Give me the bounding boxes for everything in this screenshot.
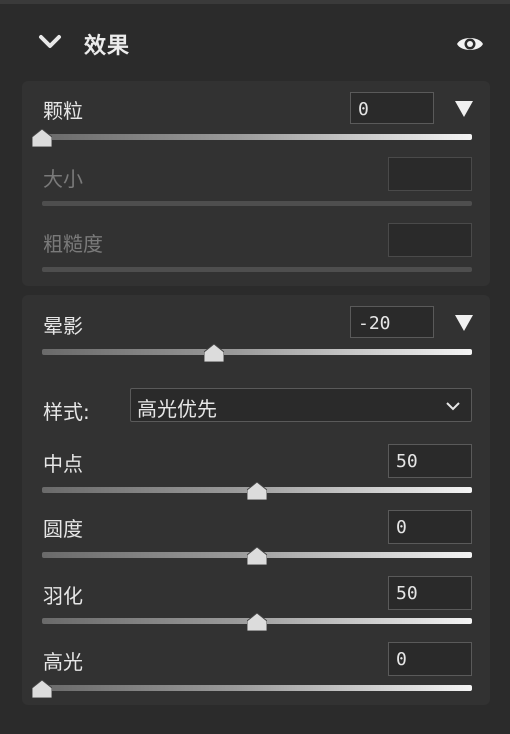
highlights-slider-thumb[interactable]	[32, 680, 52, 698]
style-select[interactable]: 高光优先	[130, 388, 472, 422]
grain-panel: 颗粒 0 大小 粗糙度	[22, 81, 490, 286]
grain-slider-track[interactable]	[42, 134, 472, 140]
feather-label: 羽化	[43, 584, 83, 608]
roundness-label: 圆度	[43, 517, 83, 541]
style-label: 样式:	[43, 400, 90, 424]
chevron-down-icon[interactable]	[38, 34, 62, 50]
eye-icon[interactable]	[456, 34, 484, 54]
feather-value-field[interactable]: 50	[388, 576, 472, 610]
vignette-menu-triangle-icon[interactable]	[455, 315, 473, 331]
highlights-label: 高光	[43, 650, 83, 674]
grain-size-label: 大小	[43, 167, 83, 191]
vignette-value-field[interactable]: -20	[350, 306, 434, 338]
midpoint-label: 中点	[43, 452, 83, 476]
vignette-slider-thumb[interactable]	[204, 344, 224, 362]
style-select-value: 高光优先	[137, 397, 217, 421]
vignette-panel: 晕影 -20 样式: 高光优先 中点 50 圆度 0 羽化 50 高光 0	[22, 295, 490, 705]
grain-menu-triangle-icon[interactable]	[455, 101, 473, 117]
midpoint-slider-thumb[interactable]	[247, 482, 267, 500]
grain-roughness-label: 粗糙度	[43, 232, 103, 256]
feather-slider-thumb[interactable]	[247, 613, 267, 631]
midpoint-value-field[interactable]: 50	[388, 444, 472, 478]
roundness-value-field[interactable]: 0	[388, 510, 472, 544]
vignette-label: 晕影	[43, 314, 83, 338]
roundness-slider-thumb[interactable]	[247, 547, 267, 565]
grain-size-slider-track	[42, 201, 472, 206]
grain-roughness-slider-track	[42, 267, 472, 272]
grain-size-field	[388, 157, 472, 191]
grain-label: 颗粒	[43, 99, 83, 123]
effects-header[interactable]: 效果	[0, 4, 510, 78]
grain-roughness-field	[388, 223, 472, 257]
highlights-value-field[interactable]: 0	[388, 642, 472, 676]
section-title: 效果	[84, 34, 131, 59]
grain-value-field[interactable]: 0	[350, 92, 434, 124]
chevron-down-icon	[446, 402, 460, 411]
vignette-slider-track[interactable]	[42, 349, 472, 355]
grain-slider-thumb[interactable]	[32, 129, 52, 147]
highlights-slider-track[interactable]	[42, 685, 472, 691]
